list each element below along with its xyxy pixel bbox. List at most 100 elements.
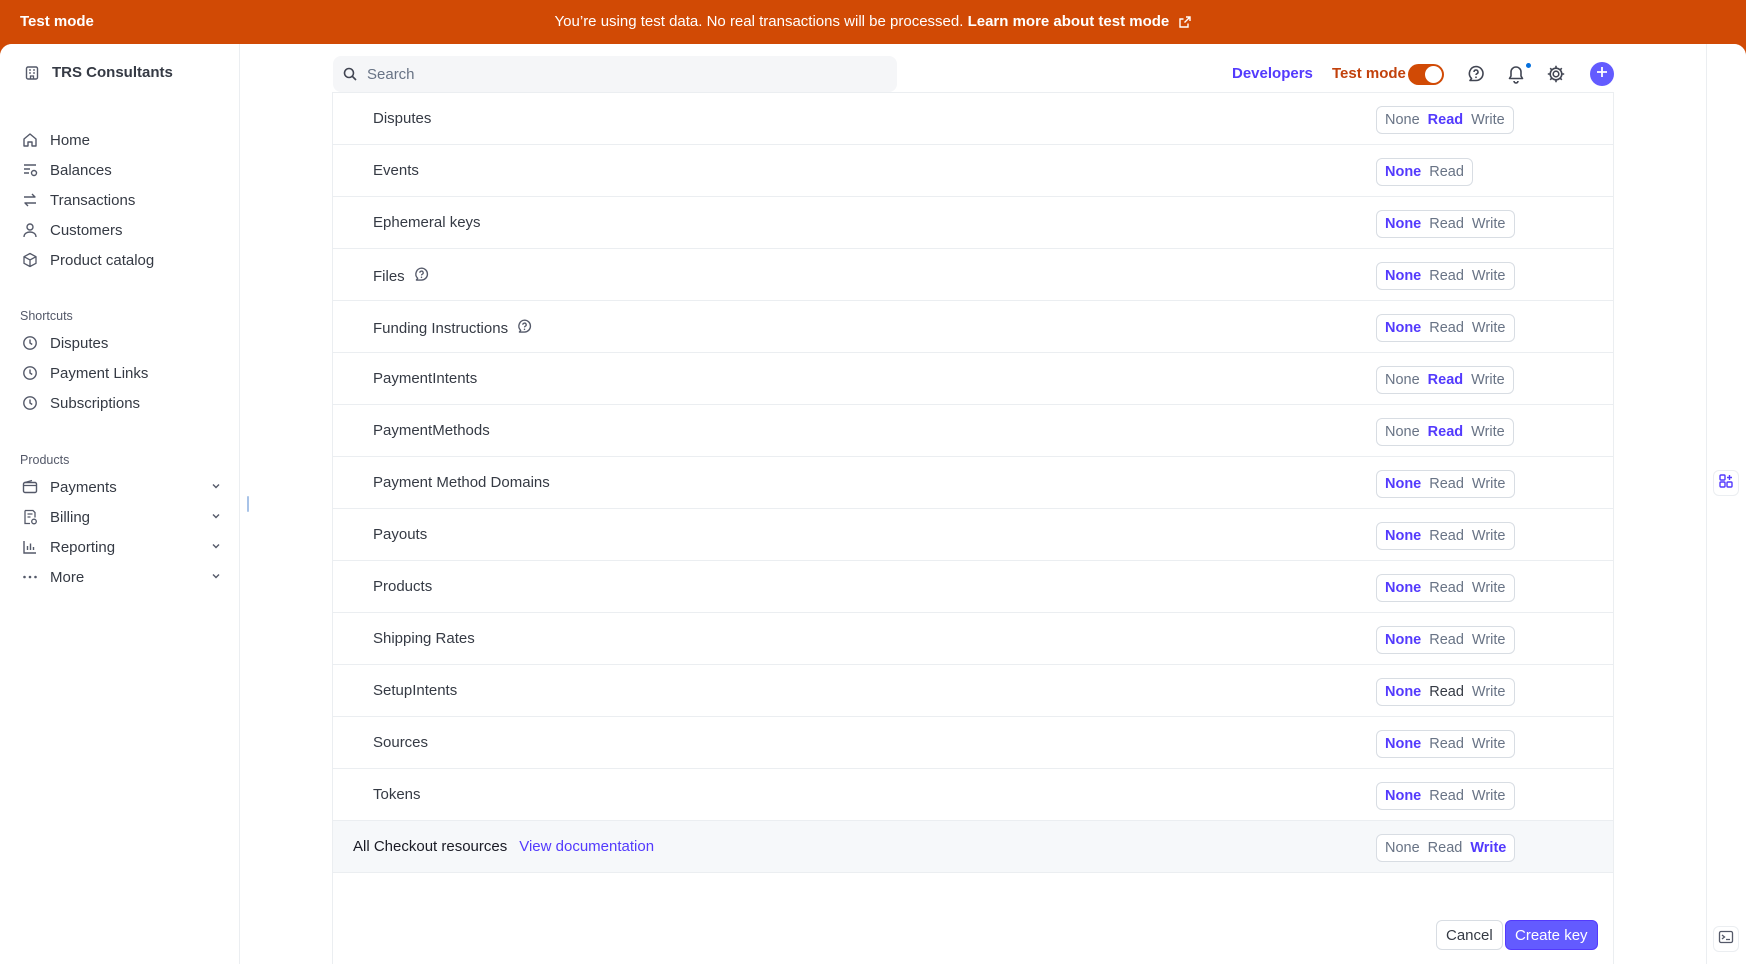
sidebar-product-payments[interactable]: Payments [22, 475, 222, 499]
option-read[interactable]: Read [1429, 268, 1464, 284]
option-write[interactable]: Write [1472, 476, 1506, 492]
shell-button[interactable] [1713, 926, 1739, 952]
option-write[interactable]: Write [1471, 112, 1505, 128]
option-none[interactable]: None [1385, 632, 1421, 648]
create-key-button[interactable]: Create key [1505, 920, 1598, 950]
permission-selector[interactable]: None Read Write [1376, 782, 1515, 810]
option-read[interactable]: Read [1429, 528, 1464, 544]
balances-icon [22, 162, 38, 178]
permission-selector[interactable]: None Read Write [1376, 574, 1515, 602]
permission-selector[interactable]: None Read Write [1376, 366, 1514, 394]
option-write[interactable]: Write [1471, 372, 1505, 388]
option-write[interactable]: Write [1471, 424, 1505, 440]
sidebar-resize-handle[interactable] [247, 496, 249, 512]
option-none[interactable]: None [1385, 528, 1421, 544]
chevron-down-icon[interactable] [210, 509, 222, 526]
sidebar-shortcut-subscriptions[interactable]: Subscriptions [22, 391, 222, 415]
option-write[interactable]: Write [1472, 268, 1506, 284]
option-write[interactable]: Write [1472, 320, 1506, 336]
sidebar-item-transactions[interactable]: Transactions [22, 188, 222, 212]
option-read[interactable]: Read [1428, 424, 1463, 440]
option-read[interactable]: Read [1429, 580, 1464, 596]
account-name: TRS Consultants [52, 64, 173, 81]
option-none[interactable]: None [1385, 476, 1421, 492]
option-read[interactable]: Read [1429, 476, 1464, 492]
sidebar-shortcut-disputes[interactable]: Disputes [22, 331, 222, 355]
account-switcher[interactable]: TRS Consultants [24, 64, 173, 81]
option-write[interactable]: Write [1472, 788, 1506, 804]
option-read[interactable]: Read [1429, 736, 1464, 752]
option-write[interactable]: Write [1472, 580, 1506, 596]
sidebar-item-home[interactable]: Home [22, 128, 222, 152]
option-none[interactable]: None [1385, 840, 1420, 856]
gear-icon[interactable] [1546, 64, 1566, 89]
permission-label-text: PaymentIntents [373, 370, 478, 387]
option-read[interactable]: Read [1428, 372, 1463, 388]
chevron-down-icon[interactable] [210, 539, 222, 556]
permission-selector[interactable]: None Read Write [1376, 522, 1515, 550]
notification-dot [1525, 62, 1532, 69]
sidebar-item-balances[interactable]: Balances [22, 158, 222, 182]
option-read[interactable]: Read [1429, 164, 1464, 180]
option-write[interactable]: Write [1472, 632, 1506, 648]
option-none[interactable]: None [1385, 164, 1421, 180]
sidebar-product-more[interactable]: More [22, 565, 222, 589]
create-new-button[interactable] [1590, 62, 1614, 86]
notifications-bell-icon[interactable] [1506, 64, 1526, 89]
chevron-down-icon[interactable] [210, 479, 222, 496]
option-none[interactable]: None [1385, 736, 1421, 752]
option-write[interactable]: Write [1472, 528, 1506, 544]
help-icon[interactable] [516, 318, 533, 339]
chevron-down-icon[interactable] [210, 569, 222, 586]
help-icon[interactable] [413, 266, 430, 287]
option-read[interactable]: Read [1428, 112, 1463, 128]
option-none[interactable]: None [1385, 216, 1421, 232]
permission-selector[interactable]: None Read Write [1376, 210, 1515, 238]
permission-selector[interactable]: None Read Write [1376, 678, 1515, 706]
apps-button[interactable] [1713, 470, 1739, 496]
option-read[interactable]: Read [1429, 684, 1464, 700]
cancel-button[interactable]: Cancel [1436, 920, 1503, 950]
permission-selector[interactable]: None Read Write [1376, 106, 1514, 134]
permission-selector[interactable]: None Read Write [1376, 626, 1515, 654]
permission-label: Files [373, 266, 430, 287]
sidebar-item-product-catalog[interactable]: Product catalog [22, 248, 222, 272]
search-input[interactable] [367, 65, 867, 83]
learn-more-test-mode-link[interactable]: Learn more about test mode [968, 13, 1170, 30]
option-none[interactable]: None [1385, 112, 1420, 128]
sidebar-item-customers[interactable]: Customers [22, 218, 222, 242]
option-read[interactable]: Read [1428, 840, 1463, 856]
option-none[interactable]: None [1385, 320, 1421, 336]
view-documentation-link[interactable]: View documentation [519, 838, 654, 855]
search-bar[interactable] [333, 56, 897, 92]
option-write[interactable]: Write [1472, 684, 1506, 700]
sidebar-product-reporting[interactable]: Reporting [22, 535, 222, 559]
option-write[interactable]: Write [1472, 216, 1506, 232]
test-mode-banner-message: You’re using test data. No real transact… [0, 13, 1746, 32]
option-read[interactable]: Read [1429, 632, 1464, 648]
test-mode-toggle[interactable] [1408, 64, 1444, 85]
option-read[interactable]: Read [1429, 320, 1464, 336]
option-write[interactable]: Write [1470, 840, 1506, 856]
permission-selector[interactable]: None Read Write [1376, 730, 1515, 758]
option-none[interactable]: None [1385, 684, 1421, 700]
permission-selector[interactable]: None Read Write [1376, 262, 1515, 290]
option-none[interactable]: None [1385, 268, 1421, 284]
option-none[interactable]: None [1385, 424, 1420, 440]
permission-label: Tokens [373, 786, 421, 803]
permission-selector[interactable]: None Read Write [1376, 314, 1515, 342]
help-icon[interactable] [1466, 64, 1486, 89]
permission-selector[interactable]: None Read [1376, 158, 1473, 186]
permission-selector[interactable]: None Read Write [1376, 834, 1516, 862]
option-read[interactable]: Read [1429, 216, 1464, 232]
developers-link[interactable]: Developers [1232, 65, 1313, 82]
option-write[interactable]: Write [1472, 736, 1506, 752]
option-none[interactable]: None [1385, 788, 1421, 804]
permission-selector[interactable]: None Read Write [1376, 470, 1515, 498]
permission-selector[interactable]: None Read Write [1376, 418, 1514, 446]
option-none[interactable]: None [1385, 372, 1420, 388]
option-none[interactable]: None [1385, 580, 1421, 596]
sidebar-product-billing[interactable]: Billing [22, 505, 222, 529]
option-read[interactable]: Read [1429, 788, 1464, 804]
sidebar-shortcut-payment-links[interactable]: Payment Links [22, 361, 222, 385]
